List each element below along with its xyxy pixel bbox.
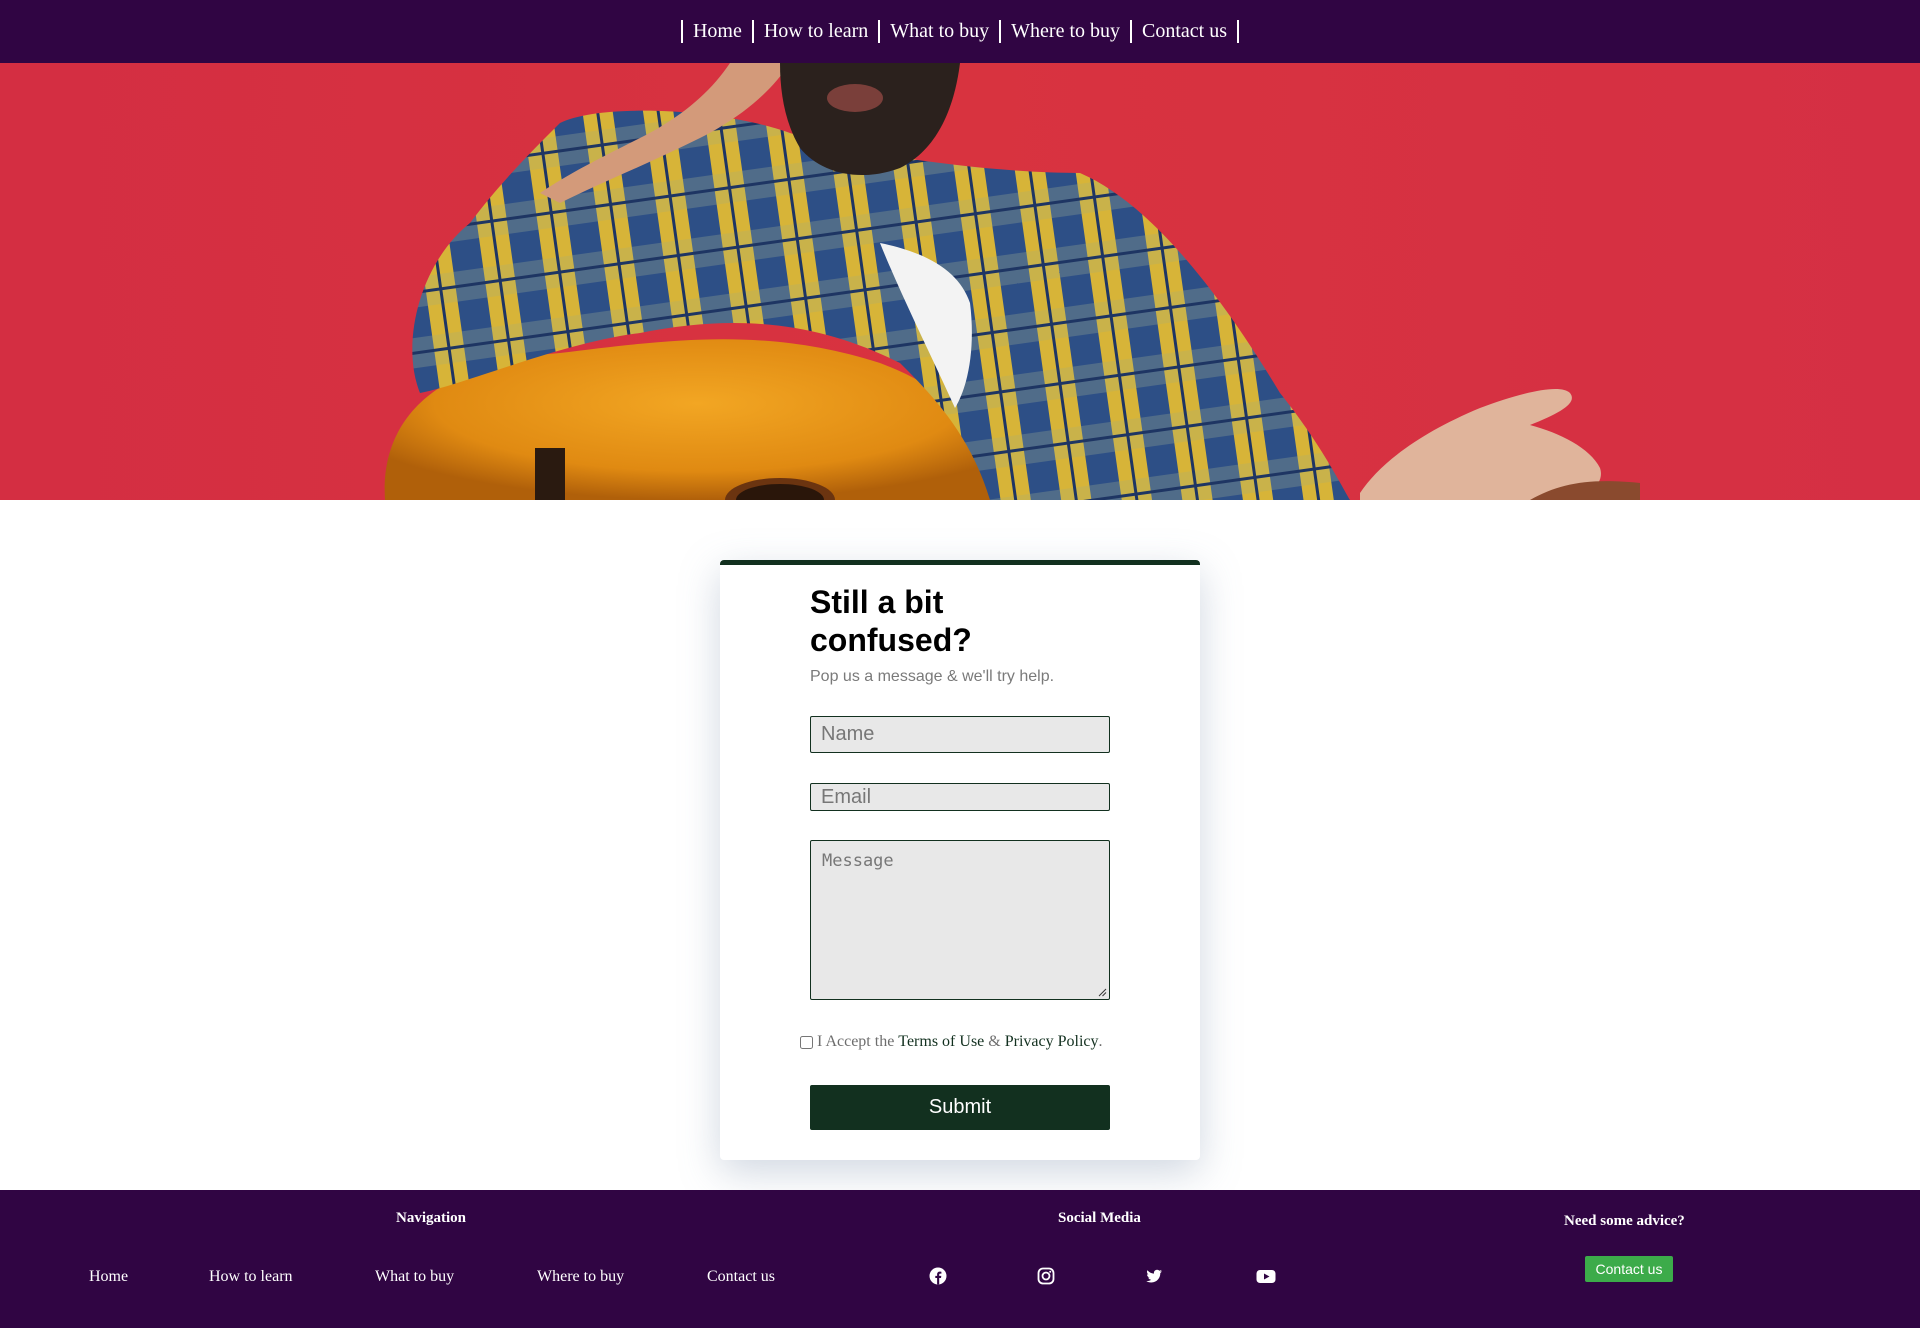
nav-item-contact-us: Contact us bbox=[1132, 20, 1237, 43]
message-field[interactable] bbox=[810, 840, 1110, 1000]
period-text: . bbox=[1098, 1033, 1103, 1050]
footer-link-contact-us[interactable]: Contact us bbox=[707, 1268, 775, 1286]
nav-link-where-to-buy[interactable]: Where to buy bbox=[1001, 20, 1130, 43]
footer-link-where-to-buy[interactable]: Where to buy bbox=[537, 1268, 624, 1286]
terms-of-use-link[interactable]: Terms of Use bbox=[898, 1033, 984, 1051]
top-navigation: Home How to learn What to buy Where to b… bbox=[0, 0, 1920, 63]
accept-terms-checkbox[interactable] bbox=[800, 1035, 813, 1049]
form-title: Still a bit confused? bbox=[810, 584, 972, 658]
ampersand-text: & bbox=[988, 1033, 1001, 1050]
resize-grip-icon[interactable] bbox=[1097, 987, 1107, 997]
footer-link-home[interactable]: Home bbox=[89, 1268, 128, 1286]
accept-terms-row: I Accept the Terms of Use & Privacy Poli… bbox=[800, 1033, 1102, 1051]
footer-link-what-to-buy[interactable]: What to buy bbox=[375, 1268, 454, 1286]
nav-link-what-to-buy[interactable]: What to buy bbox=[880, 20, 999, 43]
nav-item-what-to-buy: What to buy bbox=[880, 20, 999, 43]
twitter-icon[interactable] bbox=[1145, 1267, 1163, 1285]
nav-link-how-to-learn[interactable]: How to learn bbox=[754, 20, 878, 43]
footer-navigation-heading: Navigation bbox=[396, 1210, 467, 1226]
youtube-icon[interactable] bbox=[1256, 1267, 1276, 1285]
nav-item-home: Home bbox=[683, 20, 752, 43]
form-subtitle: Pop us a message & we'll try help. bbox=[810, 668, 1055, 685]
footer-contact-us-button[interactable]: Contact us bbox=[1585, 1256, 1673, 1282]
nav-link-contact-us[interactable]: Contact us bbox=[1132, 20, 1237, 43]
footer-link-how-to-learn[interactable]: How to learn bbox=[209, 1268, 293, 1286]
nav-item-how-to-learn: How to learn bbox=[754, 20, 878, 43]
nav-separator bbox=[1237, 20, 1240, 43]
facebook-icon[interactable] bbox=[929, 1267, 947, 1285]
footer-advice-heading: Need some advice? bbox=[1564, 1213, 1685, 1229]
email-field[interactable] bbox=[810, 783, 1110, 811]
privacy-policy-link[interactable]: Privacy Policy bbox=[1005, 1033, 1099, 1051]
hero-image bbox=[384, 63, 1640, 500]
accept-prefix-text: I Accept the bbox=[817, 1033, 895, 1050]
contact-form-card: Still a bit confused? Pop us a message &… bbox=[720, 560, 1200, 1160]
top-nav-list: Home How to learn What to buy Where to b… bbox=[680, 20, 1240, 43]
instagram-icon[interactable] bbox=[1037, 1267, 1055, 1285]
name-field[interactable] bbox=[810, 716, 1110, 753]
hero-banner bbox=[0, 63, 1920, 500]
footer-social-heading: Social Media bbox=[1058, 1210, 1141, 1226]
footer: Navigation Home How to learn What to buy… bbox=[0, 1190, 1920, 1328]
nav-item-where-to-buy: Where to buy bbox=[1001, 20, 1130, 43]
submit-button[interactable]: Submit bbox=[810, 1085, 1110, 1130]
nav-link-home[interactable]: Home bbox=[683, 20, 752, 43]
